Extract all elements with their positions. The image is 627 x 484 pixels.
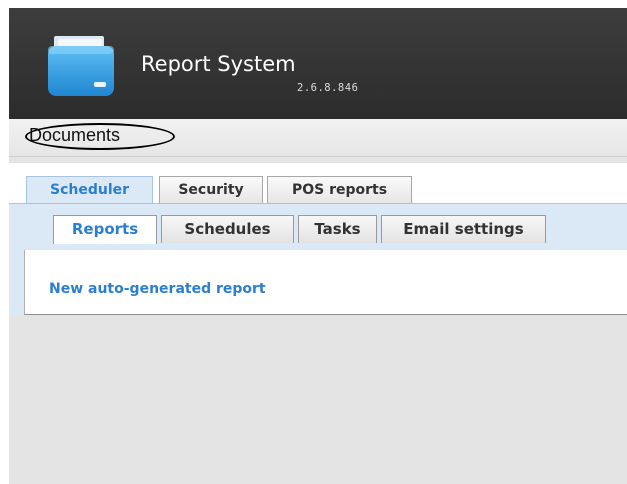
tab-reports[interactable]: Reports	[53, 215, 157, 244]
tab-pos-reports[interactable]: POS reports	[267, 176, 412, 203]
app-title: Report System	[141, 52, 296, 76]
main-tab-bar: Scheduler Security POS reports	[9, 163, 627, 204]
sub-tab-bar: Reports Schedules Tasks Email settings	[9, 204, 627, 251]
documents-link[interactable]: Documents	[29, 125, 120, 146]
documents-bar: Documents	[9, 119, 627, 157]
tab-schedules[interactable]: Schedules	[161, 215, 294, 243]
folder-icon	[48, 36, 114, 96]
tab-security[interactable]: Security	[159, 176, 263, 203]
tab-tasks[interactable]: Tasks	[298, 215, 377, 243]
app-header: Report System 2.6.8.846	[9, 8, 627, 119]
tab-scheduler[interactable]: Scheduler	[26, 176, 153, 203]
tab-email-settings[interactable]: Email settings	[381, 215, 546, 243]
panel-margin	[9, 250, 24, 316]
reports-list-panel: New auto-generated report	[24, 250, 627, 315]
report-link[interactable]: New auto-generated report	[49, 281, 266, 297]
app-window: Report System 2.6.8.846 Documents Schedu…	[9, 8, 627, 484]
app-version: 2.6.8.846	[297, 82, 359, 94]
